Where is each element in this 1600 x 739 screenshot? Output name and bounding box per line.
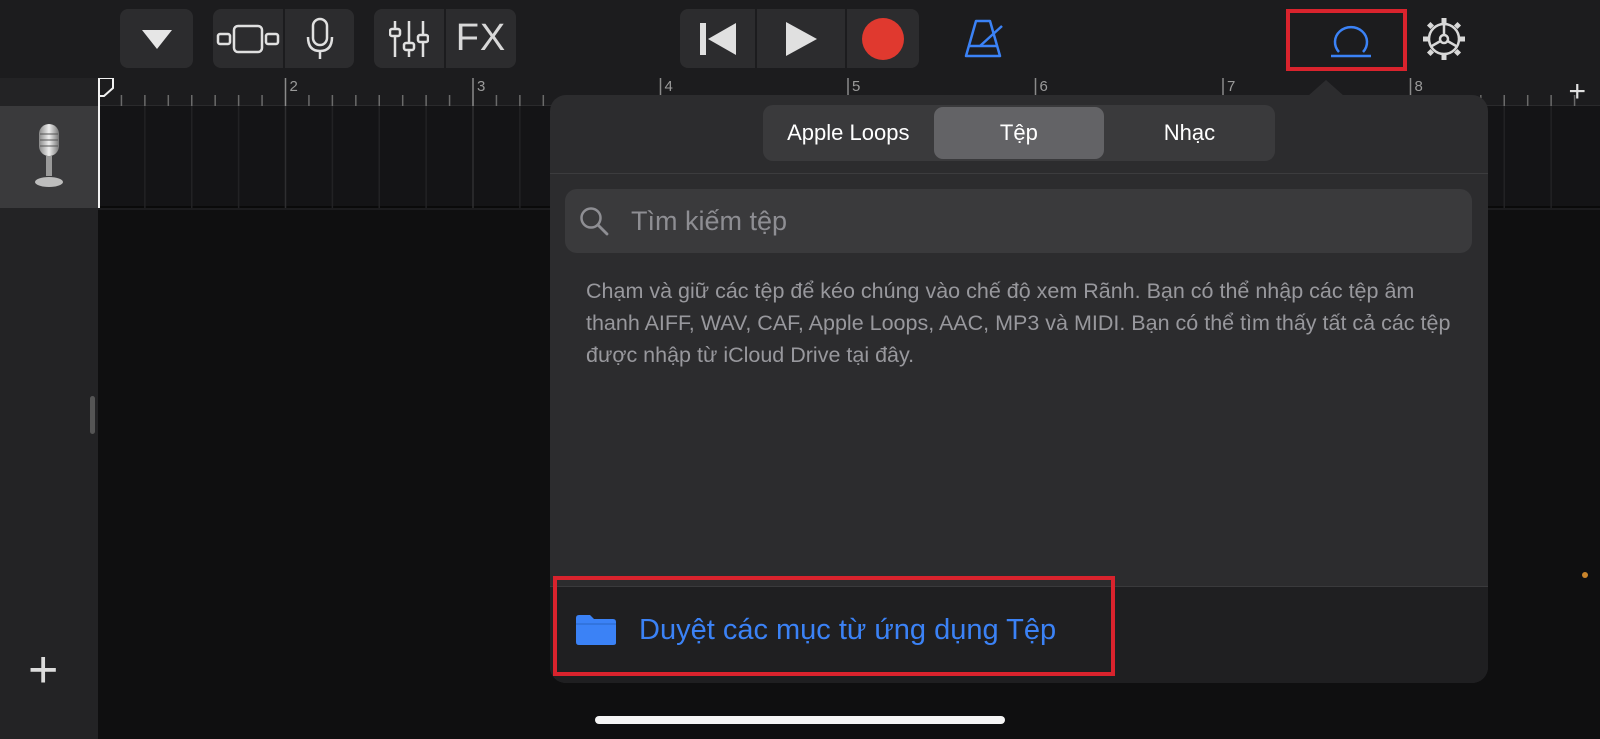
record-button[interactable] xyxy=(847,9,919,68)
ruler-bar-number: 5 xyxy=(852,78,861,95)
tracks-view-icon xyxy=(216,24,280,53)
search-field[interactable] xyxy=(565,189,1472,253)
track-header-audio-recorder[interactable] xyxy=(0,106,98,208)
microphone-icon xyxy=(306,17,333,59)
home-indicator xyxy=(595,716,1005,724)
play-icon xyxy=(786,21,817,56)
skip-back-icon xyxy=(699,22,736,55)
popover-divider xyxy=(550,173,1488,174)
settings-button[interactable] xyxy=(1421,16,1467,67)
ruler-bar-number: 6 xyxy=(1039,78,1048,95)
ruler-bar-number: 7 xyxy=(1227,78,1236,95)
add-track-button[interactable]: + xyxy=(28,644,58,696)
microphone-button[interactable] xyxy=(285,9,354,68)
popover-arrow xyxy=(1308,80,1344,96)
tracks-view-button[interactable] xyxy=(213,9,283,68)
files-info-text: Chạm và giữ các tệp để kéo chúng vào chế… xyxy=(586,279,1451,367)
track-menu-button[interactable] xyxy=(120,9,193,68)
fx-button[interactable]: FX xyxy=(446,9,516,68)
highlight-loop-browser xyxy=(1286,9,1407,71)
play-button[interactable] xyxy=(757,9,845,68)
ruler-bar-number: 2 xyxy=(289,78,298,95)
ruler-bar-number: 8 xyxy=(1414,78,1423,95)
ruler-bar-number: 3 xyxy=(477,78,486,95)
record-icon xyxy=(862,17,904,60)
gear-icon xyxy=(1423,18,1465,60)
studio-microphone-icon xyxy=(35,124,63,187)
playhead[interactable] xyxy=(98,78,100,208)
indicator-dot xyxy=(1582,572,1588,578)
fx-label: FX xyxy=(455,17,507,59)
add-section-button[interactable]: + xyxy=(1568,77,1586,107)
triangle-down-icon xyxy=(141,29,172,49)
tab-apple-loops[interactable]: Apple Loops xyxy=(763,105,934,161)
search-input[interactable] xyxy=(631,205,1472,237)
metronome-button[interactable] xyxy=(962,18,1004,65)
ruler-bar-number: 4 xyxy=(664,78,673,95)
mixer-button[interactable] xyxy=(374,9,444,68)
playhead-marker xyxy=(98,78,114,97)
tab-files[interactable]: Tệp xyxy=(933,107,1105,159)
mixer-sliders-icon xyxy=(389,20,429,57)
browser-segmented-control: Apple Loops Tệp Nhạc xyxy=(763,105,1275,161)
search-icon xyxy=(580,207,609,236)
metronome-icon xyxy=(964,19,1003,58)
go-to-beginning-button[interactable] xyxy=(680,9,755,68)
highlight-browse-files xyxy=(553,576,1115,676)
track-header-resize-handle[interactable] xyxy=(90,396,95,434)
tab-music[interactable]: Nhạc xyxy=(1104,105,1275,161)
